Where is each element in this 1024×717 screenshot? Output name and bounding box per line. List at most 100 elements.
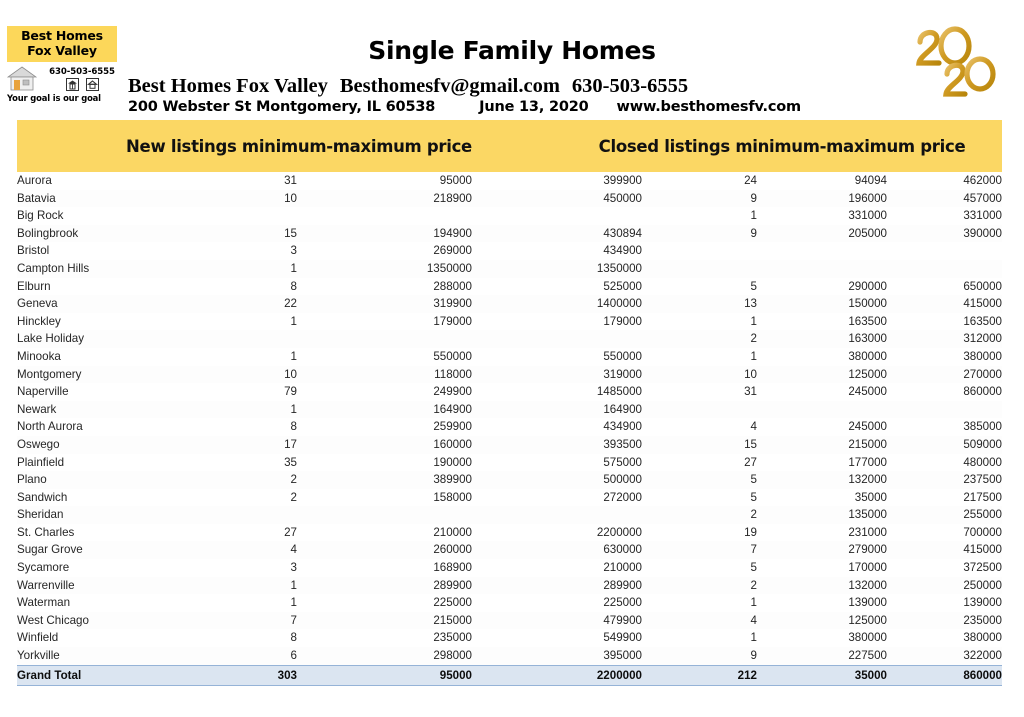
cell-new-max: 575000: [603, 455, 642, 469]
cell-closed-min: 150000: [848, 297, 887, 311]
realtor-house-icon: [85, 78, 99, 91]
cell-closed-min: 170000: [848, 561, 887, 575]
cell-new-max: 550000: [603, 349, 642, 363]
cell-closed-max: 372500: [963, 561, 1002, 575]
cell-closed-count: 9: [750, 649, 757, 663]
cell-closed-count: 10: [744, 367, 757, 381]
cell-new-max: 1350000: [596, 261, 642, 275]
table-row: Waterman 1 225000 225000 1 139000 139000: [17, 594, 1002, 612]
cell-closed-min: 205000: [848, 226, 887, 240]
cell-closed-count: 27: [744, 455, 757, 469]
cell-closed-min: 125000: [848, 367, 887, 381]
cell-city: Sheridan: [17, 508, 64, 522]
cell-closed-max: 331000: [963, 209, 1002, 223]
cell-new-count: 2: [290, 473, 297, 487]
cell-city: Plano: [17, 473, 47, 487]
cell-new-min: 319900: [433, 297, 472, 311]
cell-city: Naperville: [17, 385, 69, 399]
cell-closed-count: 5: [750, 490, 757, 504]
cell-new-max: 179000: [603, 314, 642, 328]
table-row: Plano 2 389900 500000 5 132000 237500: [17, 471, 1002, 489]
cell-closed-count: 5: [750, 473, 757, 487]
table-row: Sugar Grove 4 260000 630000 7 279000 415000: [17, 541, 1002, 560]
cell-new-count: 35: [284, 455, 297, 469]
listings-table-body: Aurora 31 95000 399900 24 94094 462000 Batavia 1…: [17, 172, 1002, 686]
cell-new-count: 7: [290, 613, 297, 627]
table-row: West Chicago 7 215000 479900 4 125000 235000: [17, 611, 1002, 630]
equal-housing-opportunity-icon: [65, 78, 79, 91]
table-row: Sandwich 2 158000 272000 5 35000 217500: [17, 488, 1002, 507]
cell-new-count: 1: [290, 349, 297, 363]
cell-city: Waterman: [17, 596, 71, 610]
grand-total-city: Grand Total: [17, 664, 177, 686]
cell-new-count: 1: [290, 596, 297, 610]
cell-closed-max: 235000: [963, 613, 1002, 627]
cell-closed-count: 2: [750, 508, 757, 522]
cell-new-count: 31: [284, 174, 297, 187]
cell-new-min: 235000: [433, 631, 472, 645]
banner-closed-listings-label: Closed listings minimum-maximum price: [598, 136, 966, 156]
cell-city: Aurora: [17, 174, 52, 187]
cell-closed-count: 9: [750, 191, 757, 205]
table-row: St. Charles 27 210000 2200000 19 231000 700000: [17, 523, 1002, 542]
cell-closed-min: 331000: [848, 209, 887, 223]
cell-closed-min: 380000: [848, 631, 887, 645]
cell-city: Lake Holiday: [17, 332, 85, 346]
cell-new-count: 15: [284, 226, 297, 240]
cell-new-count: 1: [290, 578, 297, 592]
cell-new-min: 550000: [433, 349, 472, 363]
cell-closed-max: 650000: [963, 279, 1002, 293]
cell-new-min: 249900: [433, 385, 472, 399]
cell-new-min: 260000: [433, 543, 472, 557]
cell-new-count: 10: [284, 367, 297, 381]
cell-closed-min: [757, 401, 887, 419]
cell-closed-count: [642, 260, 757, 278]
brand-contact-row: 630-503-6555: [7, 65, 125, 91]
grand-total-row: Grand Total 303 95000 2200000 212 35000 860000: [17, 664, 1002, 686]
cell-closed-count: 5: [750, 279, 757, 293]
cell-closed-max: 217500: [963, 490, 1002, 504]
cell-new-min: 179000: [433, 314, 472, 328]
table-row: Elburn 8 288000 525000 5 290000 650000: [17, 277, 1002, 296]
cell-closed-min: 196000: [848, 191, 887, 205]
cell-new-min: 194900: [433, 226, 472, 240]
cell-city: North Aurora: [17, 420, 83, 434]
table-row: Bolingbrook 15 194900 430894 9 205000 390000: [17, 224, 1002, 243]
table-row: Aurora 31 95000 399900 24 94094 462000: [17, 172, 1002, 190]
cell-closed-max: 385000: [963, 420, 1002, 434]
table-row: Sycamore 3 168900 210000 5 170000 372500: [17, 559, 1002, 577]
cell-new-max: 399900: [603, 174, 642, 187]
cell-new-min: 288000: [433, 279, 472, 293]
grand-total-new-min: 95000: [297, 664, 472, 686]
cell-city: Bolingbrook: [17, 226, 79, 240]
grand-total-closed-count: 212: [642, 664, 757, 686]
cell-new-min: 95000: [439, 174, 472, 187]
cell-new-min: 225000: [433, 596, 472, 610]
cell-city: Sandwich: [17, 490, 68, 504]
cell-closed-max: 480000: [963, 455, 1002, 469]
section-banner: New listings minimum-maximum price Close…: [17, 120, 1002, 172]
brand-tagline: Your goal is our goal: [7, 93, 101, 103]
cell-closed-count: 19: [744, 525, 757, 539]
cell-city: Elburn: [17, 279, 51, 293]
cell-city: Sycamore: [17, 561, 70, 575]
agency-address: 200 Webster St Montgomery, IL 60538: [128, 99, 436, 115]
cell-closed-count: 1: [750, 314, 757, 328]
cell-closed-min: 163000: [848, 332, 887, 346]
cell-closed-min: 380000: [848, 349, 887, 363]
cell-new-count: 22: [284, 297, 297, 311]
cell-new-max: 434900: [603, 420, 642, 434]
cell-closed-count: 4: [750, 420, 757, 434]
cell-city: Sugar Grove: [17, 543, 83, 557]
cell-closed-min: 135000: [848, 508, 887, 522]
cell-closed-max: 250000: [963, 578, 1002, 592]
cell-city: Batavia: [17, 191, 56, 205]
cell-new-max: 1400000: [596, 297, 642, 311]
cell-closed-count: 1: [750, 596, 757, 610]
cell-new-count: [177, 506, 297, 524]
page-title: Single Family Homes: [368, 36, 656, 65]
cell-new-max: 393500: [603, 437, 642, 451]
cell-new-count: 6: [290, 649, 297, 663]
cell-new-count: 8: [290, 279, 297, 293]
cell-new-min: [297, 330, 472, 348]
